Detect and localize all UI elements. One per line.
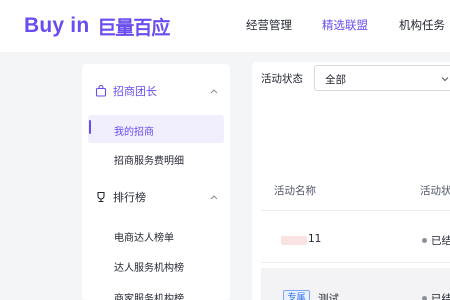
exclusive-tag: 专属 — [283, 290, 310, 300]
activity-name: 测试 — [318, 293, 339, 300]
header-divider — [261, 210, 450, 211]
activity-status: 已结束 — [431, 293, 450, 300]
sidebar-item-label: 我的招商 — [114, 127, 154, 138]
nav-item-agency-tasks[interactable]: 机构任务 — [399, 17, 445, 33]
activity-name: 11 — [308, 233, 322, 245]
status-dot — [422, 238, 427, 243]
sidebar-item-label: 商家服务机构榜 — [114, 294, 184, 300]
chevron-up-icon — [210, 89, 218, 94]
sidebar-item-label: 招商服务费明细 — [114, 156, 184, 167]
sidebar: 招商团长 我的招商 招商服务费明细 排行榜 电商达人榜单 达人服务机构榜 商家服… — [82, 64, 230, 300]
logo-text-en: Buy in — [24, 14, 90, 37]
status-dot — [422, 296, 427, 300]
main-panel: 活动状态 全部 活动名称 活动状态 11 已结束 专属 测试 已结束 — [252, 62, 450, 300]
nav-item-selected-alliance[interactable]: 精选联盟 — [322, 17, 368, 33]
status-select[interactable]: 全部 — [314, 65, 450, 91]
activity-status: 已结束 — [431, 235, 450, 247]
sidebar-group-merchant-leader[interactable]: 招商团长 — [82, 77, 230, 105]
logo[interactable]: Buy in 巨量百应 — [24, 12, 170, 40]
chevron-up-icon — [210, 195, 218, 200]
row-divider — [261, 262, 450, 263]
redacted-image — [281, 236, 307, 245]
column-header-name: 活动名称 — [274, 185, 316, 197]
sidebar-item-merchant-agency-rank[interactable]: 商家服务机构榜 — [88, 282, 224, 300]
sidebar-item-label: 达人服务机构榜 — [114, 263, 184, 274]
sidebar-group-label: 排行榜 — [113, 191, 146, 204]
sidebar-item-service-fee-detail[interactable]: 招商服务费明细 — [88, 144, 224, 172]
top-header: Buy in 巨量百应 经营管理 精选联盟 机构任务 — [0, 0, 450, 52]
sidebar-item-my-merchants[interactable]: 我的招商 — [88, 115, 224, 143]
sidebar-group-rankings[interactable]: 排行榜 — [82, 183, 230, 211]
table-row[interactable]: 专属 测试 已结束 — [261, 268, 450, 300]
active-indicator — [89, 120, 91, 134]
column-header-status: 活动状态 — [420, 185, 450, 197]
bag-icon — [95, 85, 107, 97]
sidebar-item-ecommerce-influencer-rank[interactable]: 电商达人榜单 — [88, 221, 224, 249]
sidebar-group-label: 招商团长 — [113, 85, 157, 98]
logo-text-cn: 巨量百应 — [97, 16, 170, 39]
table-row[interactable]: 11 已结束 — [261, 218, 450, 262]
chevron-down-icon — [441, 77, 449, 82]
status-select-value: 全部 — [325, 74, 346, 86]
trophy-icon — [97, 191, 105, 203]
filter-label: 活动状态 — [261, 73, 303, 85]
sidebar-item-influencer-agency-rank[interactable]: 达人服务机构榜 — [88, 251, 224, 279]
nav-item-business-management[interactable]: 经营管理 — [246, 17, 292, 33]
sidebar-item-label: 电商达人榜单 — [114, 233, 174, 244]
